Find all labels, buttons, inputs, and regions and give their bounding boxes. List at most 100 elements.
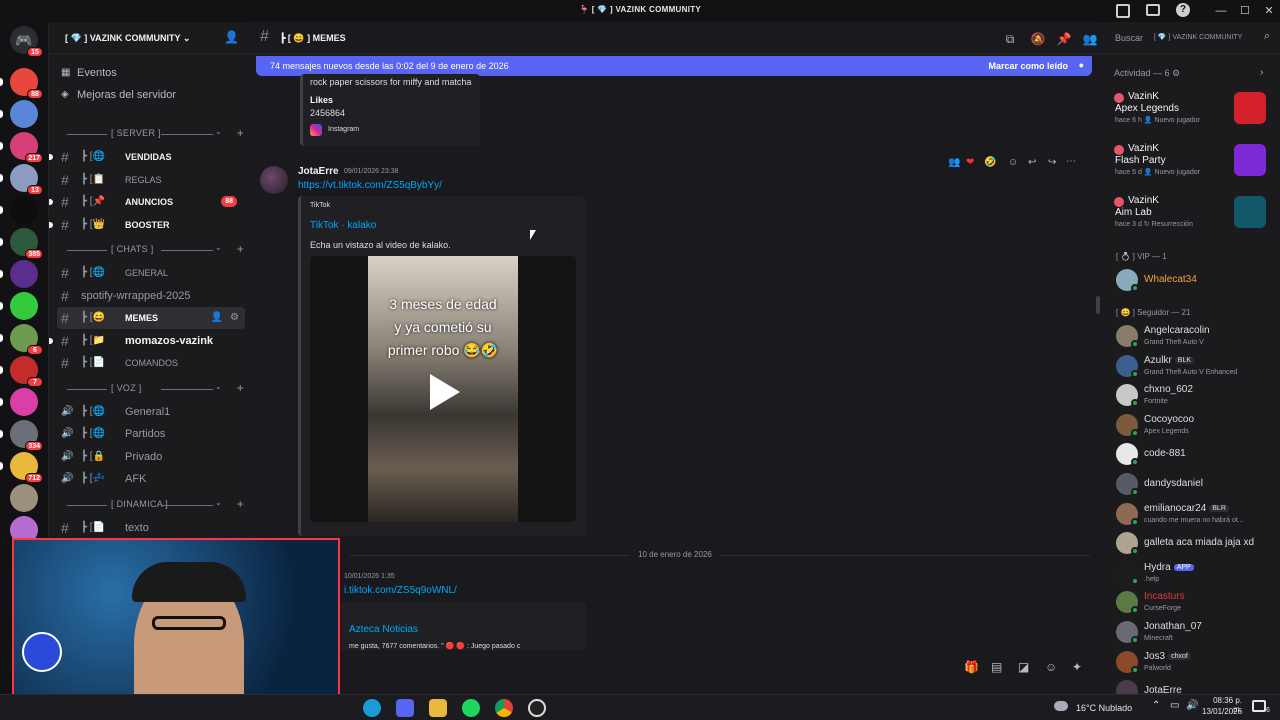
server-icon[interactable] (10, 196, 38, 224)
server-header[interactable]: [ 💎 ] VAZINK COMMUNITY ⌄ 👤 (49, 22, 251, 54)
reply-icon[interactable]: ↩ (1028, 157, 1036, 168)
channel-item[interactable]: # spotify-wrrapped-2025 (57, 285, 245, 307)
member-item[interactable]: Jos3 chxof Palworld (1112, 648, 1278, 676)
pin-icon[interactable]: 📌 (1056, 31, 1072, 47)
server-icon[interactable] (10, 388, 38, 416)
emoji-icon[interactable]: ☺ (1045, 660, 1057, 674)
folder-icon[interactable] (429, 699, 447, 717)
add-channel-icon[interactable]: + (237, 126, 244, 140)
activity-card[interactable]: VazinK Aim Lab hace 3 d ↻ Resurrección (1108, 194, 1272, 242)
forward-icon[interactable]: ↪ (1048, 157, 1056, 168)
tray-up-icon[interactable]: ⌃ (1152, 700, 1160, 711)
activity-card[interactable]: VazinK Flash Party hace 5 d 👤 Nuevo jugado… (1108, 142, 1272, 190)
discord-taskbar-icon[interactable] (396, 699, 414, 717)
message-author[interactable]: JotaErre (298, 166, 339, 177)
video-thumbnail[interactable]: 3 meses de edad y ya cometió su primer r… (310, 256, 576, 522)
mute-bell-icon[interactable]: 🔕 (1030, 31, 1046, 47)
edge-icon[interactable] (363, 699, 381, 717)
member-item[interactable]: dandysdaniel (1112, 470, 1278, 498)
category-header[interactable]: [ VOZ ] ⌄ + (59, 381, 244, 397)
message-link[interactable]: https://vt.tiktok.com/ZS5qBybYy/ (298, 180, 442, 191)
chevron-right-icon[interactable]: › (1260, 67, 1263, 78)
member-item[interactable]: Cocoyocoo Apex Legends (1112, 411, 1278, 439)
channel-item[interactable]: # ┣ [😄 MEMES 👤 ⚙ (57, 307, 245, 329)
clock-date[interactable]: 13/01/2026 (1202, 707, 1242, 716)
member-item[interactable]: Angelcaracolin Grand Theft Auto V (1112, 322, 1278, 350)
embed-title[interactable]: TikTok · kalako (310, 220, 376, 231)
gif-icon[interactable]: ▤ (991, 660, 1002, 674)
server-icon[interactable] (10, 292, 38, 320)
message-link[interactable]: i.tiktok.com/ZS5q9oWNL/ (344, 585, 457, 596)
members-list-icon[interactable]: 👥 (1082, 31, 1098, 47)
add-member-icon[interactable]: 👤 (224, 30, 239, 44)
member-item[interactable]: galleta aca miada jaja xd (1112, 529, 1278, 557)
activity-card[interactable]: VazinK Apex Legends hace 6 h 👤 Nuevo jugad… (1108, 90, 1272, 138)
member-item[interactable]: emilianocar24 BLR cuando me muera no habrá… (1112, 500, 1278, 528)
home-button[interactable]: 🎮 15 (10, 26, 43, 57)
server-icon[interactable] (10, 100, 38, 128)
member-item[interactable]: Hydra APP .help (1112, 559, 1278, 587)
threads-icon[interactable]: ⧉ (1002, 31, 1018, 47)
channel-item[interactable]: # ┣ [📁 momazos-vazink (49, 330, 245, 352)
new-messages-banner[interactable]: 74 mensajes nuevos desde las 0:02 del 9 … (256, 56, 1092, 76)
category-header[interactable]: [ SERVER ] ⌄ + (59, 126, 244, 142)
inbox-icon[interactable] (1116, 4, 1130, 18)
server-icon[interactable]: 6 (10, 324, 43, 355)
spotify-icon[interactable] (462, 699, 480, 717)
embed-title[interactable]: Azteca Noticias (349, 624, 418, 635)
member-item[interactable]: Incasturs CurseForge (1112, 588, 1278, 616)
server-icon[interactable]: 334 (10, 420, 43, 451)
channel-item[interactable]: # ┣ [📄 COMANDOS (57, 352, 245, 374)
channel-item[interactable]: # ┣ [📄 texto (57, 517, 245, 539)
server-icon[interactable] (10, 484, 38, 512)
add-channel-icon[interactable]: + (237, 381, 244, 395)
category-header[interactable]: [ CHATS ] ⌄ + (59, 242, 244, 258)
mark-as-read-button[interactable]: Marcar como leído (988, 61, 1068, 71)
channel-item[interactable]: # ┣ [📋 REGLAS (57, 169, 245, 191)
channel-item[interactable]: 🔊 ┣ [🌐 Partidos (57, 423, 245, 445)
monitor-icon[interactable] (1146, 4, 1160, 16)
obs-icon[interactable] (528, 699, 546, 717)
server-icon[interactable] (10, 260, 38, 288)
channel-item[interactable]: # ┣ [📌 ANUNCIOS 88 (49, 191, 245, 213)
channel-item[interactable]: 🔊 ┣ [🔒 Privado (57, 446, 245, 468)
member-item[interactable]: Whalecat34 (1112, 266, 1278, 294)
weather-text[interactable]: 16°C Nublado (1076, 703, 1132, 713)
member-item[interactable]: chxno_602 Fortnite (1112, 381, 1278, 409)
server-icon[interactable]: 712 (10, 452, 43, 483)
avatar[interactable] (260, 166, 288, 194)
events-link[interactable]: ▦ Eventos (59, 62, 241, 84)
gift-icon[interactable]: 🎁 (964, 660, 979, 674)
server-icon[interactable]: 217 (10, 132, 43, 163)
channel-item[interactable]: # ┣ [🌐 GENERAL (57, 262, 245, 284)
category-header[interactable]: [ DINAMICA ] ⌄ + (59, 497, 244, 513)
notification-icon[interactable] (1252, 700, 1266, 712)
server-icon[interactable]: 88 (10, 68, 43, 99)
channel-item[interactable]: # ┣ [🌐 VENDIDAS (49, 146, 245, 168)
server-icon[interactable]: 13 (10, 164, 43, 195)
member-item[interactable]: code-881 (1112, 440, 1278, 468)
search-input[interactable]: Buscar [ 💎 ] VAZINK COMMUNITY ⌕ (1108, 29, 1272, 47)
help-icon[interactable]: ? (1176, 3, 1190, 17)
close-button[interactable]: ✕ (1254, 2, 1280, 20)
sticker-icon[interactable]: ◪ (1018, 660, 1029, 674)
scrollbar[interactable] (1096, 296, 1100, 314)
add-channel-icon[interactable]: + (237, 497, 244, 511)
member-item[interactable]: Jonathan_07 Minecraft (1112, 618, 1278, 646)
chrome-icon[interactable] (495, 699, 513, 717)
reaction-heart-icon[interactable]: ❤ (966, 157, 974, 168)
more-options-icon[interactable]: ⋯ (1066, 156, 1076, 167)
apps-icon[interactable]: ✦ (1072, 660, 1082, 674)
play-icon[interactable] (430, 374, 460, 410)
volume-icon[interactable]: 🔊 (1186, 700, 1198, 711)
channel-item[interactable]: 🔊 ┣ [💤 AFK (57, 468, 245, 490)
server-icon[interactable]: 7 (10, 356, 43, 387)
boosts-link[interactable]: ◈ Mejoras del servidor (59, 84, 241, 106)
gear-icon[interactable]: ⚙ (230, 307, 239, 329)
server-icon[interactable]: 385 (10, 228, 43, 259)
channel-item[interactable]: 🔊 ┣ [🌐 General1 (57, 401, 245, 423)
reaction-joy-icon[interactable]: 🤣 (984, 157, 996, 168)
reaction-group-icon[interactable]: 👥 (948, 157, 960, 168)
invite-icon[interactable]: 👤 (211, 307, 223, 329)
add-reaction-icon[interactable]: ☺ (1008, 157, 1018, 168)
